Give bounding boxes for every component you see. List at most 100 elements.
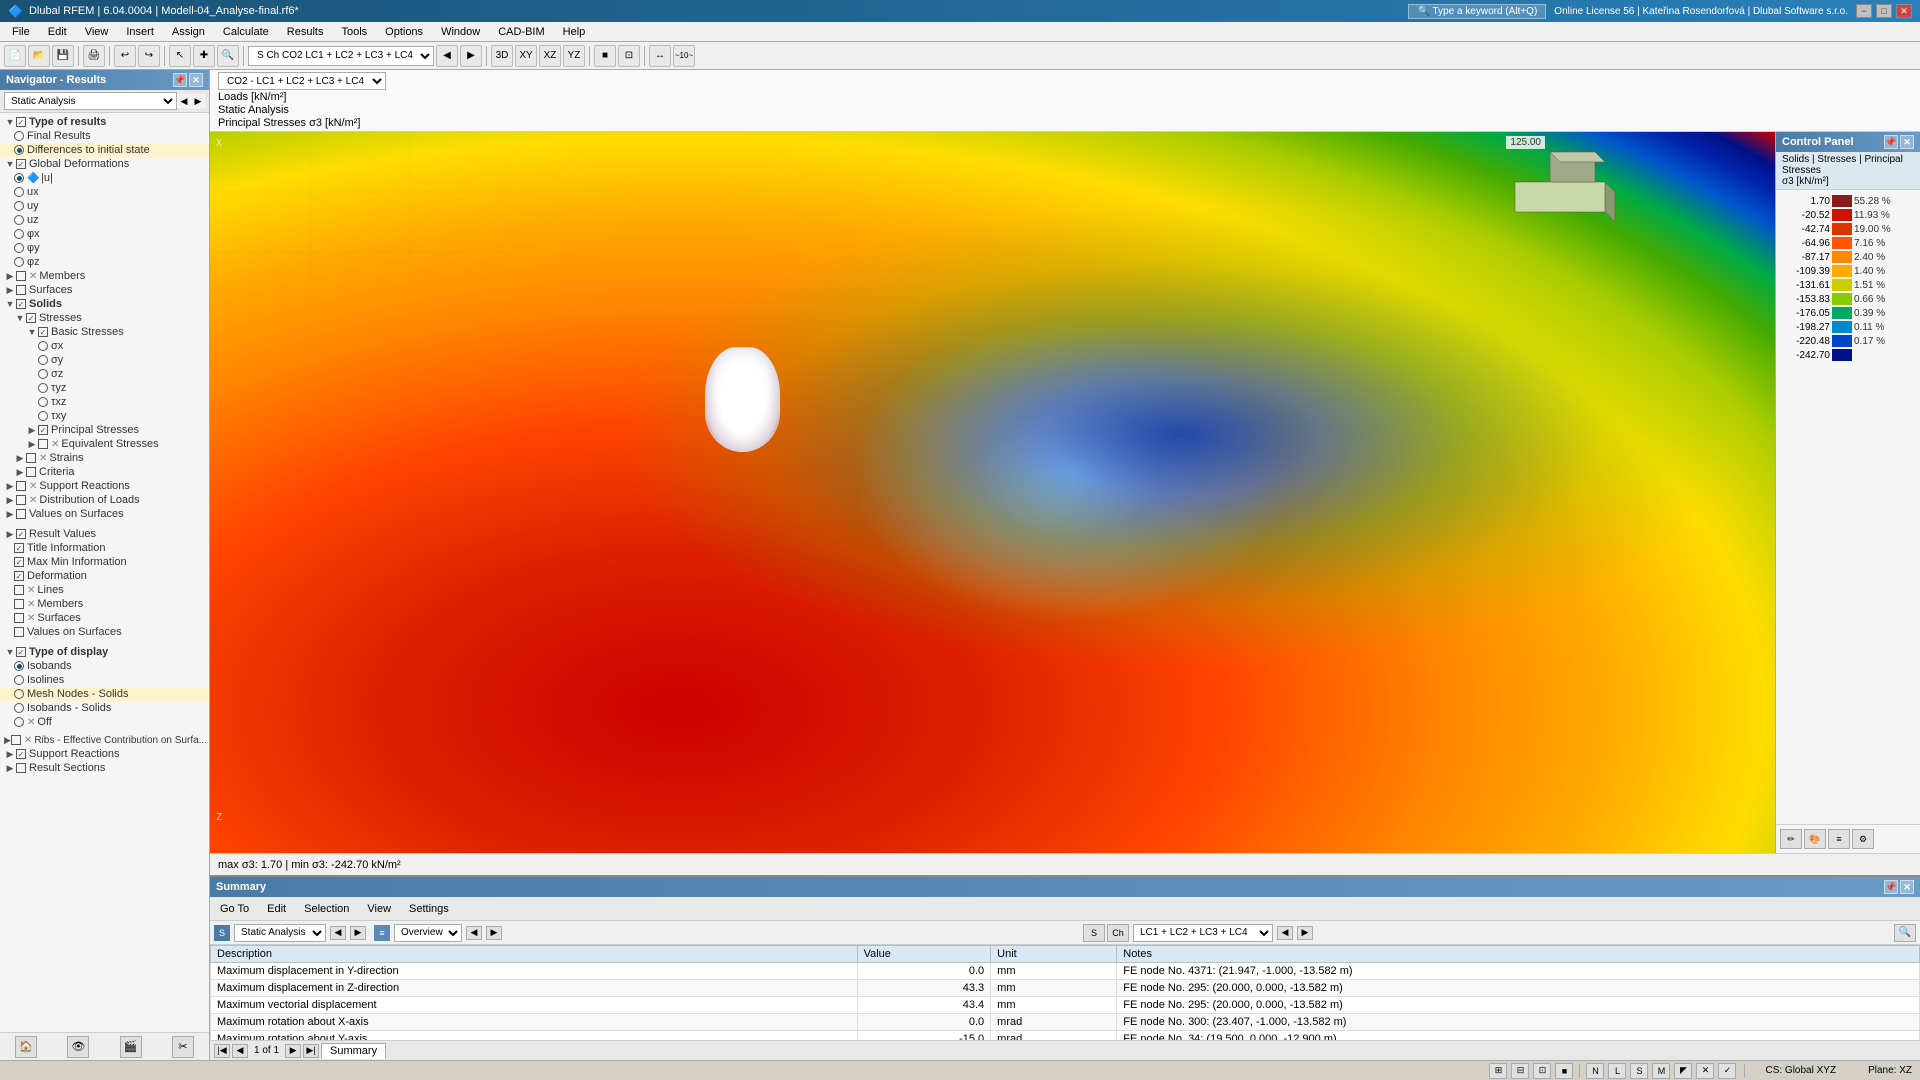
tree-solids[interactable]: ▼ ✓ Solids — [0, 297, 209, 311]
tree-support-reactions2[interactable]: ▶ ✓ Support Reactions — [0, 747, 209, 761]
tab-prev-btn[interactable]: ◀ — [232, 1044, 248, 1058]
statusbar-btn10[interactable]: ✕ — [1696, 1063, 1714, 1079]
stresses-checkbox[interactable]: ✓ — [26, 313, 36, 323]
deformation-checkbox[interactable]: ✓ — [14, 571, 24, 581]
tree-phiz[interactable]: φz — [0, 255, 209, 269]
tree-phix[interactable]: φx — [0, 227, 209, 241]
summary-analysis-combo[interactable]: Static Analysis — [234, 924, 326, 942]
menu-file[interactable]: File — [4, 24, 38, 40]
sx-radio[interactable] — [38, 341, 48, 351]
statusbar-btn4[interactable]: ■ — [1555, 1063, 1573, 1079]
print-btn[interactable]: 🖨 — [83, 45, 105, 67]
move-btn[interactable]: ✚ — [193, 45, 215, 67]
menu-assign[interactable]: Assign — [164, 24, 213, 40]
result-sections-checkbox[interactable] — [16, 763, 26, 773]
summary-settings[interactable]: Settings — [403, 901, 455, 917]
sy-radio[interactable] — [38, 355, 48, 365]
viewport-canvas[interactable]: 125.00 X Z — [210, 132, 1775, 853]
off-radio[interactable] — [14, 717, 24, 727]
uz-radio[interactable] — [14, 215, 24, 225]
ribs-checkbox[interactable] — [11, 735, 21, 745]
isobands-radio[interactable] — [14, 661, 24, 671]
tree-isobands[interactable]: Isobands — [0, 659, 209, 673]
surfaces-checkbox[interactable] — [16, 285, 26, 295]
scale-btn[interactable]: ↔ — [649, 45, 671, 67]
summary-view[interactable]: View — [361, 901, 397, 917]
cp-pin-btn[interactable]: 📌 — [1884, 135, 1898, 149]
render-btn[interactable]: ■ — [594, 45, 616, 67]
save-btn[interactable]: 💾 — [52, 45, 74, 67]
nav-pin-btn[interactable]: 📌 — [173, 73, 187, 87]
menu-window[interactable]: Window — [433, 24, 488, 40]
isolines-radio[interactable] — [14, 675, 24, 685]
result-values-checkbox[interactable]: ✓ — [16, 529, 26, 539]
tree-ux[interactable]: ux — [0, 185, 209, 199]
menu-help[interactable]: Help — [555, 24, 594, 40]
summary-prev-analysis[interactable]: ◀ — [330, 926, 346, 940]
summary-close-btn[interactable]: ✕ — [1900, 880, 1914, 894]
summary-pin-btn[interactable]: 📌 — [1884, 880, 1898, 894]
solids-checkbox[interactable]: ✓ — [16, 299, 26, 309]
close-btn[interactable]: ✕ — [1896, 4, 1912, 18]
tree-off[interactable]: ✕ Off — [0, 715, 209, 729]
tab-next-btn[interactable]: ▶ — [285, 1044, 301, 1058]
statusbar-btn5[interactable]: N — [1586, 1063, 1604, 1079]
phiy-radio[interactable] — [14, 243, 24, 253]
menu-options[interactable]: Options — [377, 24, 431, 40]
lc-combo-toolbar[interactable]: S Ch CO2 LC1 + LC2 + LC3 + LC4 — [248, 46, 434, 66]
dist-loads-checkbox[interactable] — [16, 495, 26, 505]
surfaces2-checkbox[interactable] — [14, 613, 24, 623]
values-on-surfaces2-checkbox[interactable] — [14, 627, 24, 637]
statusbar-btn3[interactable]: ⊡ — [1533, 1063, 1551, 1079]
tab-first-btn[interactable]: |◀ — [214, 1044, 230, 1058]
title-info-checkbox[interactable]: ✓ — [14, 543, 24, 553]
lines-checkbox[interactable] — [14, 585, 24, 595]
3d-view-btn[interactable]: 3D — [491, 45, 513, 67]
viewport-lc-combo[interactable]: CO2 - LC1 + LC2 + LC3 + LC4 — [218, 72, 386, 90]
tree-max-min-info[interactable]: ✓ Max Min Information — [0, 555, 209, 569]
static-analysis-combo[interactable]: Static Analysis — [4, 92, 177, 110]
restore-btn[interactable]: □ — [1876, 4, 1892, 18]
type-display-checkbox[interactable]: ✓ — [16, 647, 26, 657]
cp-spectrum-btn[interactable]: 🎨 — [1804, 829, 1826, 849]
tree-sy[interactable]: σy — [0, 353, 209, 367]
mesh-nodes-radio[interactable] — [14, 689, 24, 699]
tree-uy[interactable]: uy — [0, 199, 209, 213]
summary-edit[interactable]: Edit — [261, 901, 292, 917]
support-reactions2-checkbox[interactable]: ✓ — [16, 749, 26, 759]
cp-list-btn[interactable]: ≡ — [1828, 829, 1850, 849]
search-bar[interactable]: 🔍 Type a keyword (Alt+Q) — [1408, 4, 1546, 19]
members-checkbox[interactable] — [16, 271, 26, 281]
tree-deformation[interactable]: ✓ Deformation — [0, 569, 209, 583]
menu-cadbim[interactable]: CAD-BIM — [490, 24, 552, 40]
tree-lines2[interactable]: ✕ Lines — [0, 583, 209, 597]
summary-prev-lc[interactable]: ◀ — [1277, 926, 1293, 940]
tree-support-reactions[interactable]: ▶ ✕ Support Reactions — [0, 479, 209, 493]
tree-global-deformations[interactable]: ▼ ✓ Global Deformations — [0, 157, 209, 171]
statusbar-btn11[interactable]: ✓ — [1718, 1063, 1736, 1079]
isobands-solids-radio[interactable] — [14, 703, 24, 713]
tree-criteria[interactable]: ▶ Criteria — [0, 465, 209, 479]
strains-checkbox[interactable] — [26, 453, 36, 463]
tree-surfaces[interactable]: ▶ Surfaces — [0, 283, 209, 297]
nav-close-btn[interactable]: ✕ — [189, 73, 203, 87]
phiz-radio[interactable] — [14, 257, 24, 267]
tree-members[interactable]: ▶ ✕ Members — [0, 269, 209, 283]
uy-radio[interactable] — [14, 201, 24, 211]
tree-differences[interactable]: Differences to initial state — [0, 143, 209, 157]
tree-ribs[interactable]: ▶ ✕ Ribs - Effective Contribution on Sur… — [0, 733, 209, 747]
nav-video-btn[interactable]: 🎬 — [120, 1036, 142, 1058]
basic-stresses-checkbox[interactable]: ✓ — [38, 327, 48, 337]
max-min-checkbox[interactable]: ✓ — [14, 557, 24, 567]
menu-insert[interactable]: Insert — [118, 24, 162, 40]
menu-calculate[interactable]: Calculate — [215, 24, 277, 40]
tree-sz[interactable]: σz — [0, 367, 209, 381]
equiv-checkbox[interactable] — [38, 439, 48, 449]
tree-final-results[interactable]: Final Results — [0, 129, 209, 143]
menu-view[interactable]: View — [77, 24, 117, 40]
tree-uz[interactable]: uz — [0, 213, 209, 227]
criteria-checkbox[interactable] — [26, 467, 36, 477]
summary-btn1[interactable]: S — [1083, 924, 1105, 942]
values-surfaces-checkbox[interactable] — [16, 509, 26, 519]
tree-phiy[interactable]: φy — [0, 241, 209, 255]
